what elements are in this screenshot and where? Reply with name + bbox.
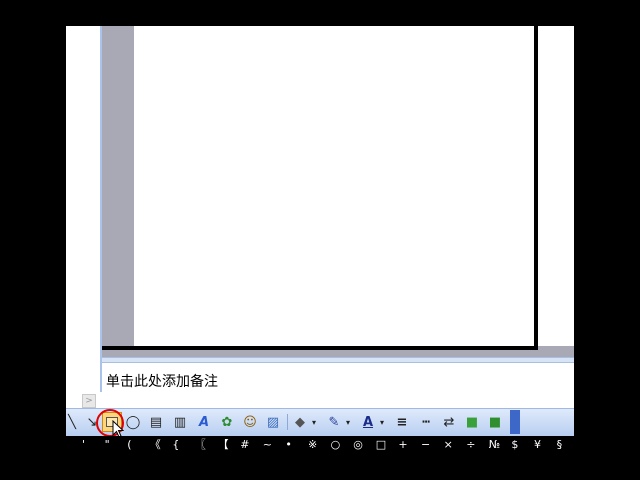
symbol-button[interactable]: □ — [376, 437, 386, 453]
fill-color-button[interactable]: ◆ — [290, 412, 310, 432]
line-style-button[interactable]: ≡ — [392, 412, 412, 432]
symbol-button[interactable]: 《 — [150, 437, 161, 453]
insert-picture-tool-button[interactable]: ▨ — [263, 412, 283, 432]
symbol-button[interactable]: § — [557, 437, 563, 453]
symbol-button[interactable]: ' — [82, 437, 85, 453]
shadow-style-button[interactable]: ■ — [462, 412, 482, 432]
diagram-tool-button[interactable]: ✿ — [217, 412, 237, 432]
slide-shadow — [102, 346, 538, 350]
toolbar-options-chevron[interactable] — [510, 410, 520, 434]
toolbar-separator — [287, 414, 288, 430]
symbol-button[interactable]: ÷ — [466, 437, 475, 453]
symbol-button[interactable]: 【 — [218, 437, 229, 453]
slide-canvas[interactable] — [134, 26, 574, 346]
text-box-tool-button[interactable]: ▤ — [146, 412, 166, 432]
line-color-button[interactable]: ✎ — [324, 412, 344, 432]
line-tool-button[interactable]: ╲ — [66, 412, 82, 432]
dash-style-button[interactable]: ┅ — [416, 412, 436, 432]
symbol-button[interactable]: " — [105, 437, 110, 453]
symbol-button[interactable]: × — [444, 437, 453, 453]
fill-color-dropdown[interactable]: ▾ — [312, 418, 316, 427]
slide-workspace — [102, 26, 574, 357]
symbol-button[interactable]: ¥ — [534, 437, 541, 453]
symbol-button[interactable]: • — [285, 437, 292, 453]
line-color-dropdown[interactable]: ▾ — [346, 418, 350, 427]
scroll-right-button[interactable]: > — [82, 394, 96, 408]
wordart-tool-button[interactable]: A — [194, 412, 214, 432]
font-color-dropdown[interactable]: ▾ — [380, 418, 384, 427]
symbol-button[interactable]: + — [398, 437, 407, 453]
symbol-button[interactable]: ※ — [308, 437, 317, 453]
clip-art-tool-button[interactable]: ☺ — [240, 412, 260, 432]
symbol-button[interactable]: { — [172, 437, 179, 453]
vertical-text-box-tool-button[interactable]: ▥ — [170, 412, 190, 432]
drawing-toolbar: ╲ ↘ ◯ ▤ ▥ A ✿ ☺ ▨ ◆ ▾ ✎ ▾ A ▾ ≡ ┅ ⇄ ■ ■ — [66, 408, 574, 436]
oval-tool-button[interactable]: ◯ — [123, 412, 143, 432]
notes-pane[interactable]: 单击此处添加备注 — [102, 363, 574, 408]
symbol-toolbar: ' " ( 《 { 〖【 # ~ • ※ ○ ◎ □ + − × ÷ № $ ¥ § — [66, 436, 574, 454]
symbol-button[interactable]: № — [489, 437, 500, 453]
powerpoint-window: > 单击此处添加备注 ╲ ↘ ◯ ▤ ▥ A ✿ ☺ ▨ ◆ ▾ ✎ ▾ A ▾… — [66, 26, 574, 454]
slide-shadow — [534, 26, 538, 350]
symbol-button[interactable]: ( — [127, 437, 131, 453]
font-color-button[interactable]: A — [358, 412, 378, 432]
symbol-button[interactable]: ○ — [331, 437, 341, 453]
symbol-button[interactable]: # — [240, 437, 249, 453]
notes-placeholder: 单击此处添加备注 — [106, 374, 218, 390]
3d-style-button[interactable]: ■ — [485, 412, 505, 432]
symbol-button[interactable]: ~ — [263, 437, 272, 453]
symbol-button[interactable]: 〖 — [195, 437, 206, 453]
arrow-style-button[interactable]: ⇄ — [439, 412, 459, 432]
symbol-button[interactable]: ◎ — [353, 437, 363, 453]
symbol-button[interactable]: − — [421, 437, 430, 453]
slides-outline-pane[interactable] — [66, 26, 100, 392]
symbol-button[interactable]: $ — [511, 437, 518, 453]
